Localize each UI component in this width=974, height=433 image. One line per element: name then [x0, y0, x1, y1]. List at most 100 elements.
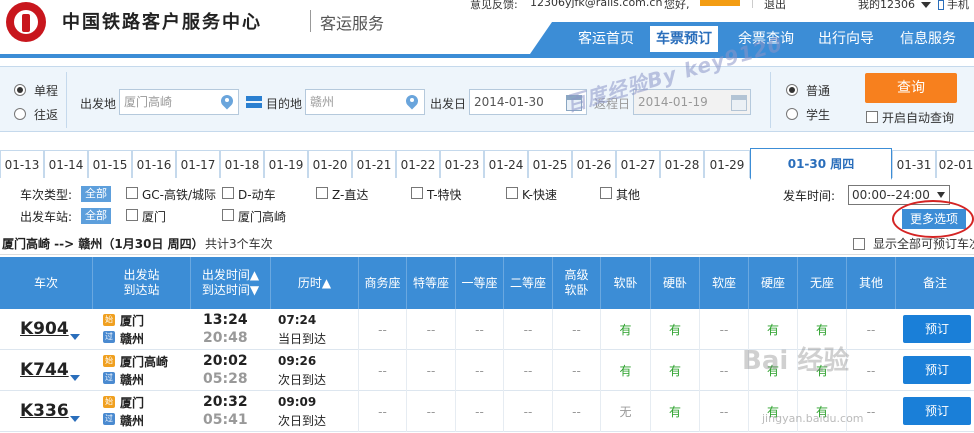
column-header: 二等座	[503, 257, 552, 309]
logout-link[interactable]: 退出	[764, 0, 786, 12]
nav-travel-guide[interactable]: 出行向导	[812, 26, 880, 52]
railway-logo-icon[interactable]	[6, 2, 46, 42]
seat-availability: 有	[650, 309, 699, 350]
show-all-checkbox[interactable]	[853, 238, 865, 250]
date-tab[interactable]: 01-16	[132, 150, 176, 178]
station-xiamen-label: 厦门	[142, 210, 167, 224]
date-tab[interactable]: 01-28	[660, 150, 704, 178]
username-badge[interactable]	[700, 0, 740, 6]
train-number-link[interactable]: K336	[20, 401, 69, 421]
train-number-link[interactable]: K904	[20, 319, 69, 339]
seat-availability: --	[699, 309, 748, 350]
nav-home[interactable]: 客运首页	[572, 26, 640, 52]
baidu-url-watermark: jingyan.baidu.com	[762, 412, 864, 425]
date-tab[interactable]: 01-13	[0, 150, 44, 178]
mobile-link[interactable]: 手机	[938, 0, 969, 12]
station-xiamen-gaoqi-checkbox[interactable]	[222, 209, 234, 221]
column-header: 特等座	[406, 257, 455, 309]
nav-info-service[interactable]: 信息服务	[894, 26, 962, 52]
seat-availability: --	[406, 391, 455, 432]
date-tab[interactable]: 01-17	[176, 150, 220, 178]
seat-availability: --	[552, 350, 600, 391]
normal-ticket-radio[interactable]	[786, 84, 798, 96]
type-other-checkbox[interactable]	[600, 187, 612, 199]
student-ticket-radio[interactable]	[786, 108, 798, 120]
expand-stops-icon[interactable]	[70, 334, 80, 340]
arrive-time: 05:28	[203, 371, 248, 387]
date-tab[interactable]: 01-24	[484, 150, 528, 178]
from-station: 厦门	[120, 314, 145, 328]
train-number-link[interactable]: K744	[20, 360, 69, 380]
book-button[interactable]: 预订	[903, 397, 971, 425]
date-tab[interactable]: 01-30 周四	[750, 148, 892, 180]
column-header: 商务座	[358, 257, 406, 309]
duration: 07:24	[278, 313, 317, 327]
expand-stops-icon[interactable]	[70, 416, 80, 422]
auto-query-label: 开启自动查询	[882, 111, 955, 125]
date-tab[interactable]: 01-27	[616, 150, 660, 178]
date-tab[interactable]: 01-18	[220, 150, 264, 178]
feedback-email-link[interactable]: 12306yjfk@rails.com.cn	[530, 0, 662, 9]
my12306-menu[interactable]: 我的12306	[858, 0, 931, 12]
date-tab[interactable]: 01-21	[352, 150, 396, 178]
nav-underline	[0, 54, 974, 58]
date-tab[interactable]: 01-19	[264, 150, 308, 178]
book-button[interactable]: 预订	[903, 315, 971, 343]
date-tab[interactable]: 01-25	[528, 150, 572, 178]
column-header: 软座	[699, 257, 748, 309]
date-tab[interactable]: 01-23	[440, 150, 484, 178]
arrive-time: 20:48	[203, 330, 248, 346]
column-header[interactable]: 出发时间▲ 到达时间▼	[190, 257, 270, 309]
search-divider	[66, 72, 67, 128]
seat-availability: --	[503, 350, 552, 391]
train-type-all-button[interactable]: 全部	[81, 186, 111, 202]
expand-stops-icon[interactable]	[70, 375, 80, 381]
route-summary: 厦门高崎 --> 赣州（1月30日 周四） 共计3个车次 显示全部可预订车次	[0, 233, 974, 255]
type-z-checkbox[interactable]	[316, 187, 328, 199]
column-header: 无座	[797, 257, 846, 309]
date-tab[interactable]: 01-14	[44, 150, 88, 178]
seat-availability: 有	[650, 350, 699, 391]
search-divider	[770, 72, 771, 128]
column-header: 出发站 到达站	[92, 257, 190, 309]
type-d-checkbox[interactable]	[222, 187, 234, 199]
station-all-button[interactable]: 全部	[81, 208, 111, 224]
date-tab[interactable]: 01-26	[572, 150, 616, 178]
swap-stations-icon[interactable]	[246, 95, 262, 109]
date-tab[interactable]: 01-29	[704, 150, 750, 178]
type-t-checkbox[interactable]	[411, 187, 423, 199]
date-tab[interactable]: 01-15	[88, 150, 132, 178]
auto-query-checkbox[interactable]	[866, 111, 878, 123]
train-count: 共计3个车次	[205, 237, 273, 251]
round-trip-radio[interactable]	[14, 108, 26, 120]
date-tab[interactable]: 02-01	[936, 150, 974, 178]
book-button[interactable]: 预订	[903, 356, 971, 384]
seat-availability: --	[846, 350, 895, 391]
from-label: 出发地	[80, 97, 117, 111]
date-tab[interactable]: 01-31	[892, 150, 936, 178]
arrival-day: 次日到达	[278, 414, 327, 428]
type-k-checkbox[interactable]	[506, 187, 518, 199]
pass-station-icon: 过	[103, 413, 115, 425]
location-pin-icon[interactable]	[406, 95, 418, 109]
location-pin-icon[interactable]	[221, 95, 233, 109]
date-tab[interactable]: 01-22	[396, 150, 440, 178]
date-tab[interactable]: 01-20	[308, 150, 352, 178]
from-station: 厦门高崎	[120, 355, 169, 369]
query-button[interactable]: 查询	[865, 73, 957, 103]
type-gc-checkbox[interactable]	[126, 187, 138, 199]
column-header: 高级 软卧	[552, 257, 600, 309]
calendar-icon[interactable]	[731, 95, 747, 111]
show-all-label: 显示全部可预订车次	[873, 237, 974, 251]
station-xiamen-gaoqi-label: 厦门高崎	[238, 210, 287, 224]
duration: 09:26	[278, 354, 317, 368]
greeting-text: 您好,	[664, 0, 690, 11]
depart-time: 20:32	[203, 394, 248, 410]
station-xiamen-checkbox[interactable]	[126, 209, 138, 221]
one-way-radio[interactable]	[14, 84, 26, 96]
seat-availability: --	[358, 391, 406, 432]
origin-station-icon: 始	[103, 314, 115, 326]
seat-availability: --	[358, 350, 406, 391]
column-header[interactable]: 历时▲	[270, 257, 358, 309]
column-header: 其他	[846, 257, 895, 309]
